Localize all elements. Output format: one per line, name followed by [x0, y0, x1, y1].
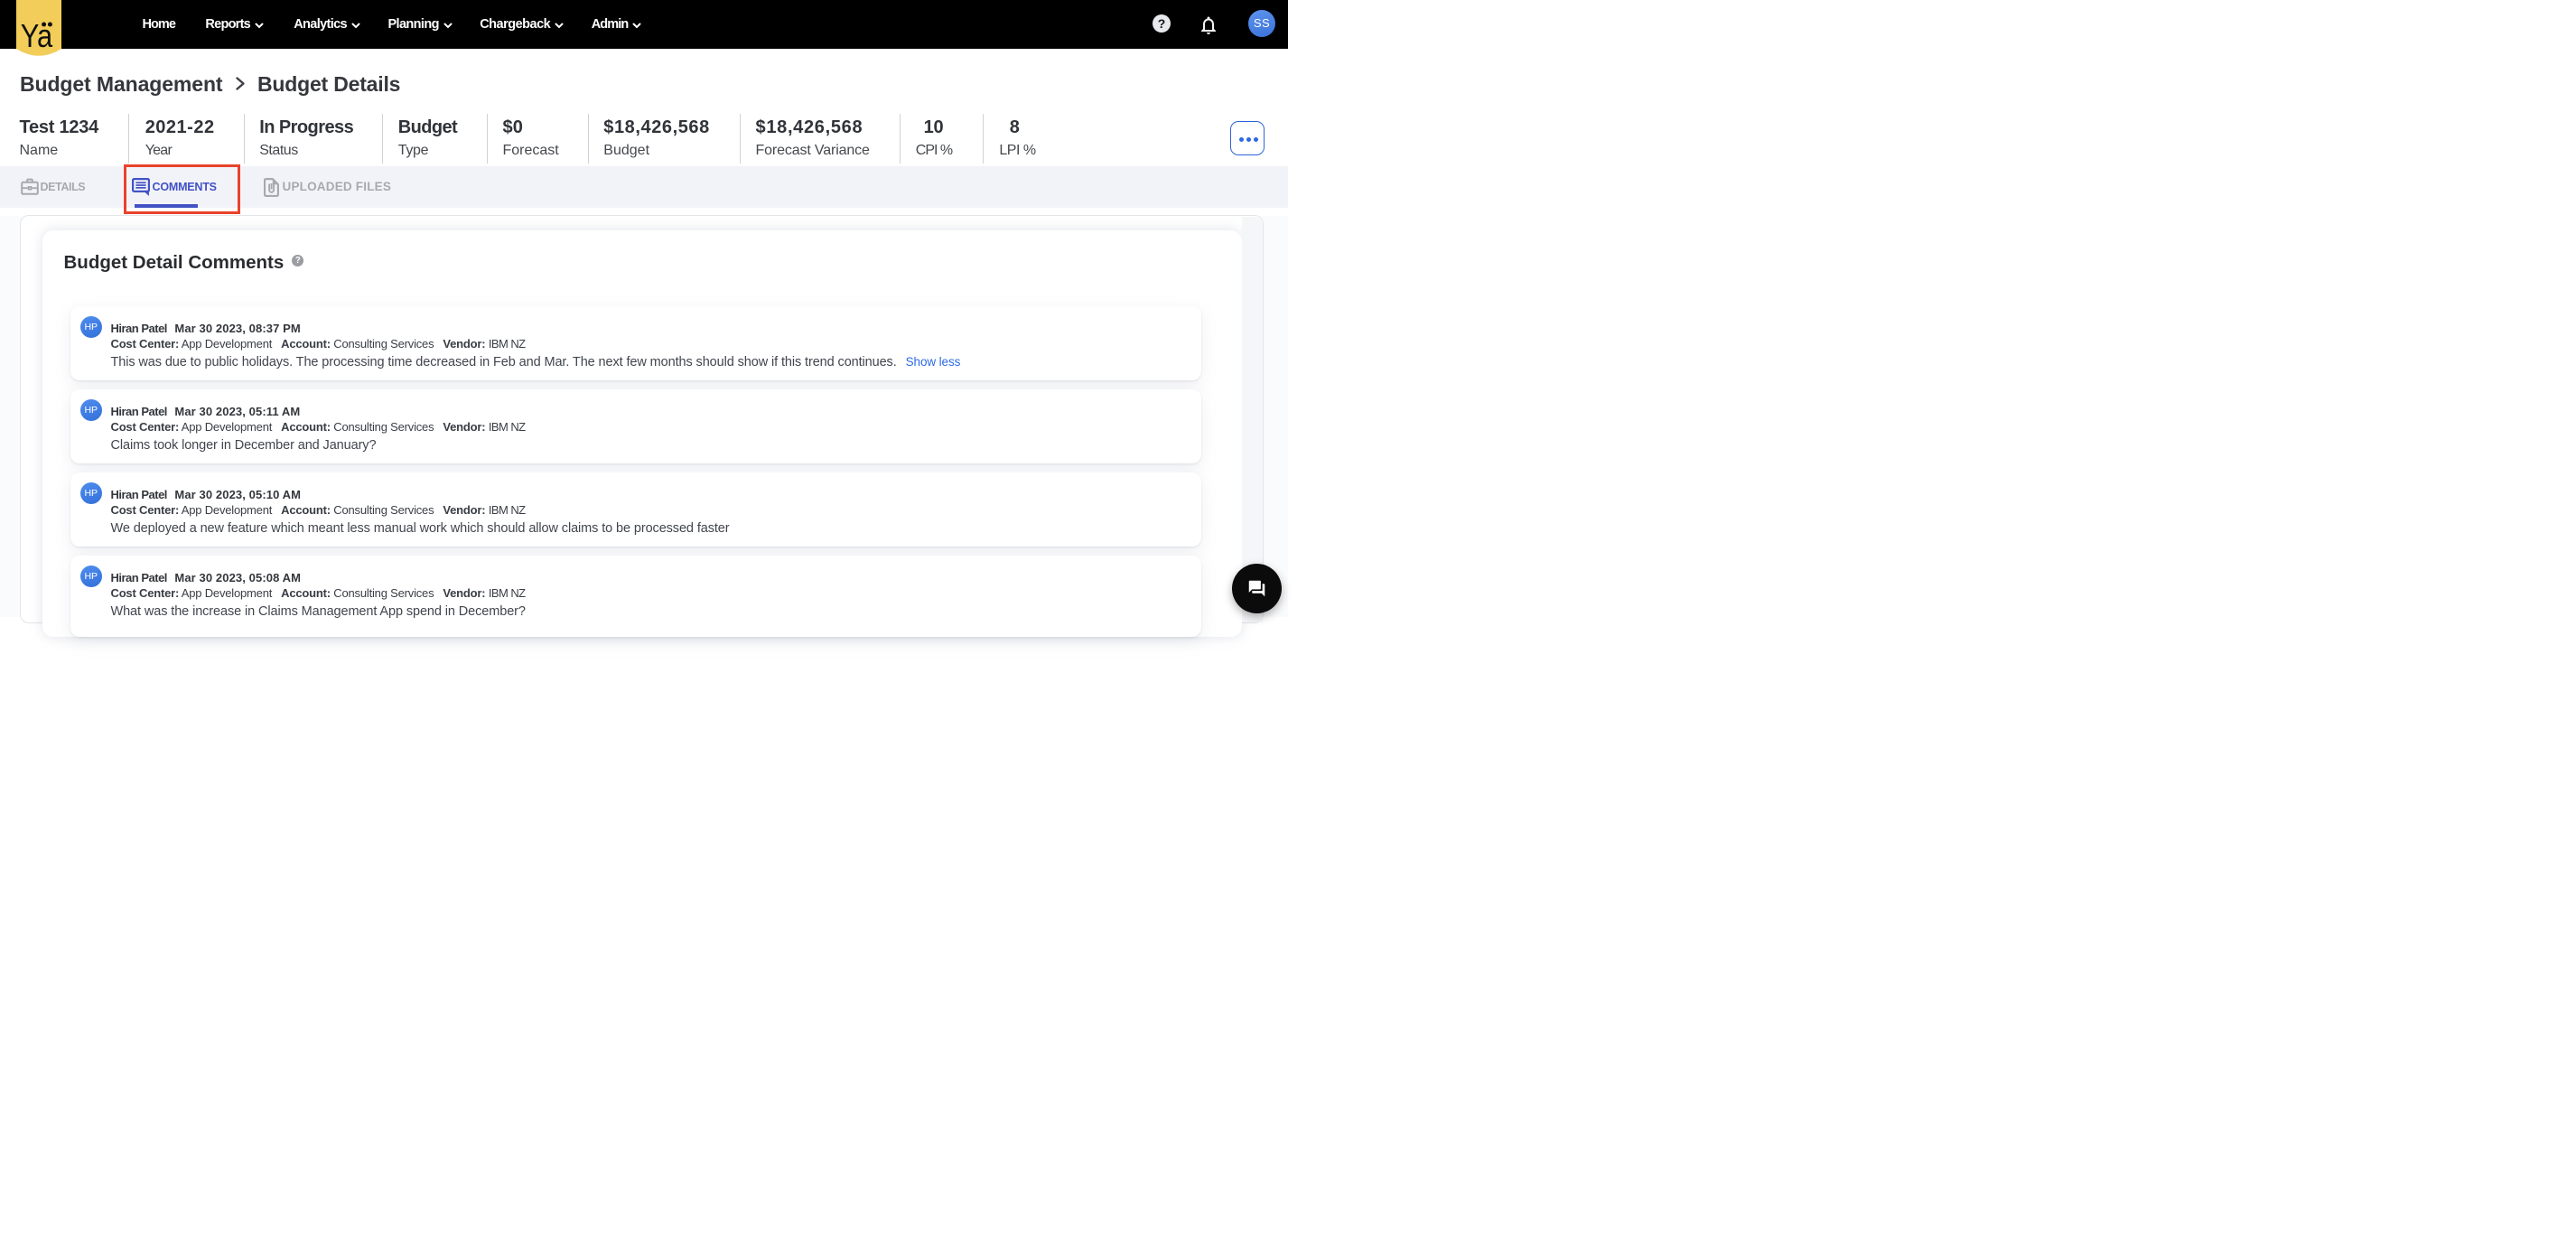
svg-text:Ya: Ya — [21, 17, 53, 54]
